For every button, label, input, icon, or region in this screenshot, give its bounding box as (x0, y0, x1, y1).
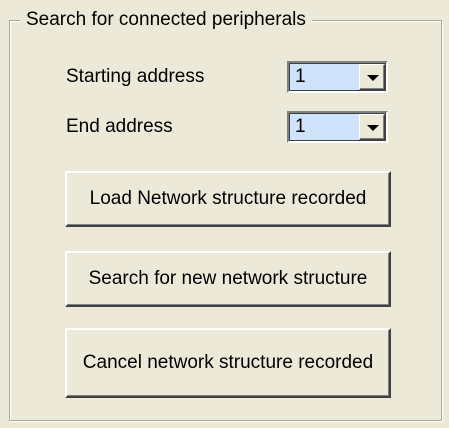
load-network-structure-button[interactable]: Load Network structure recorded (65, 171, 391, 227)
starting-address-label: Starting address (66, 66, 205, 87)
starting-address-select[interactable]: 1 (287, 61, 388, 93)
chevron-down-icon (367, 125, 379, 131)
end-address-label: End address (66, 116, 173, 137)
end-address-select[interactable]: 1 (287, 111, 388, 143)
search-new-network-structure-button[interactable]: Search for new network structure (65, 251, 391, 307)
groupbox-legend: Search for connected peripherals (20, 9, 312, 31)
end-address-dropdown-button[interactable] (359, 114, 385, 140)
end-address-value: 1 (295, 116, 306, 137)
chevron-down-icon (367, 75, 379, 81)
starting-address-value: 1 (295, 66, 306, 87)
search-peripherals-panel: Search for connected peripherals Startin… (0, 0, 449, 428)
cancel-network-structure-button[interactable]: Cancel network structure recorded (65, 328, 391, 398)
starting-address-dropdown-button[interactable] (359, 64, 385, 90)
